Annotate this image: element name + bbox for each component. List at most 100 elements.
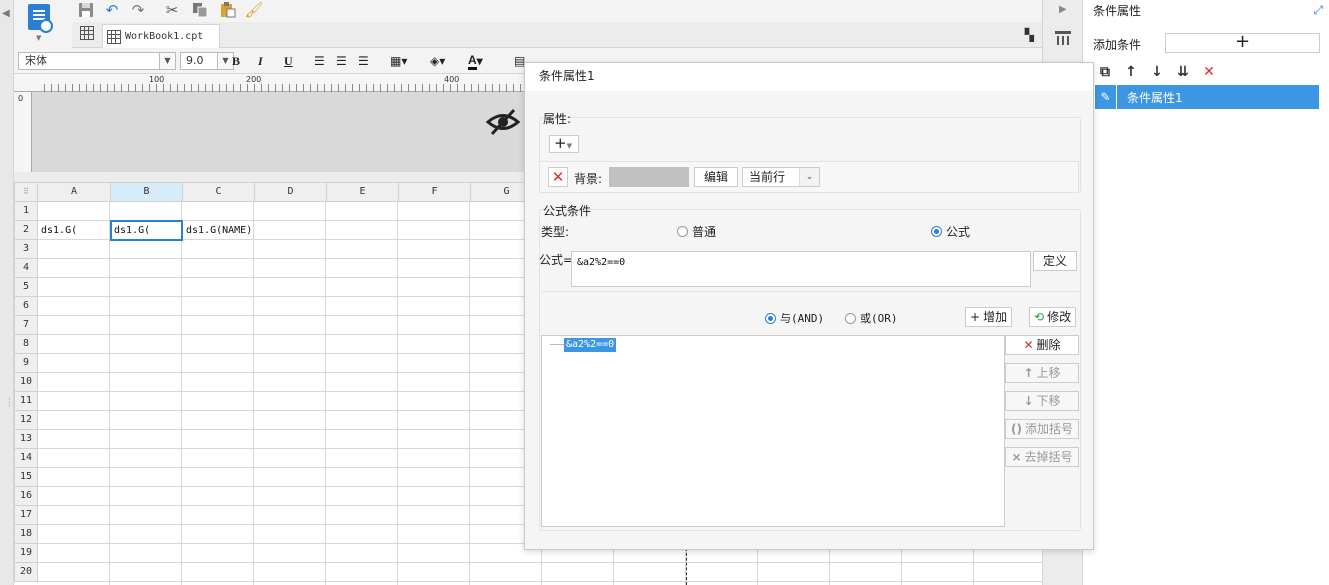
add-property-button[interactable]: +▼	[549, 135, 579, 153]
formula-input[interactable]: &a2%2==0	[571, 251, 1031, 287]
font-color-icon[interactable]: A ▾	[468, 53, 483, 70]
row-header[interactable]: 1	[14, 202, 38, 221]
widget-tree-icon[interactable]	[1054, 30, 1072, 46]
pencil-icon[interactable]: ✎	[1095, 85, 1117, 109]
page-break-line	[686, 548, 687, 585]
radio-icon[interactable]	[845, 312, 856, 324]
underline-button[interactable]: U	[284, 53, 293, 69]
move-down-icon[interactable]: ↓	[1149, 64, 1165, 80]
format-painter-icon[interactable]: 🖌	[244, 1, 264, 19]
type-radio-normal[interactable]: 普通	[677, 223, 716, 240]
modify-button[interactable]: ⟲ 修改	[1029, 307, 1077, 327]
logic-radio-and[interactable]: 与(AND)	[765, 310, 824, 326]
add-condition-button[interactable]: +	[1165, 33, 1320, 53]
chevron-down-icon[interactable]: ▼	[159, 53, 175, 69]
font-size-select[interactable]: 9.0 ▼	[180, 52, 234, 70]
remove-bracket-button[interactable]: ⨯ 去掉括号	[1005, 447, 1079, 467]
row-header[interactable]: 10	[14, 373, 38, 392]
row-header[interactable]: 12	[14, 411, 38, 430]
background-color-swatch[interactable]	[609, 167, 689, 187]
row-header[interactable]: 20	[14, 563, 38, 582]
move-up-button[interactable]: ↑ 上移	[1005, 363, 1079, 383]
align-left-icon[interactable]: ☰	[314, 53, 325, 69]
row-header[interactable]: 19	[14, 544, 38, 563]
define-button[interactable]: 定义	[1033, 251, 1077, 271]
expand-icon[interactable]: ⤢	[1313, 3, 1323, 18]
align-right-icon[interactable]: ☰	[358, 53, 369, 69]
condition-list-item[interactable]: ✎ 条件属性1	[1095, 85, 1319, 109]
redo-icon[interactable]: ↷	[128, 1, 148, 19]
row-header[interactable]: 4	[14, 259, 38, 278]
chevron-down-icon[interactable]: ⌄	[799, 168, 819, 186]
column-header-f[interactable]: F	[399, 182, 471, 202]
tree-line	[550, 344, 564, 345]
chevron-right-icon[interactable]: ▶	[1059, 4, 1067, 15]
add-condition-item-button[interactable]: + 增加	[965, 307, 1013, 327]
row-header[interactable]: 13	[14, 430, 38, 449]
move-down-button[interactable]: ↓ 下移	[1005, 391, 1079, 411]
column-header-b[interactable]: B	[111, 182, 183, 202]
row-header[interactable]: 2	[14, 221, 38, 240]
copy-condition-icon[interactable]: ⧉	[1097, 64, 1113, 80]
add-bracket-button[interactable]: () 添加括号	[1005, 419, 1079, 439]
row-header[interactable]: 6	[14, 297, 38, 316]
radio-icon[interactable]	[677, 226, 688, 237]
remove-property-icon[interactable]: ✕	[548, 167, 568, 187]
font-family-select[interactable]: 宋体 ▼	[18, 52, 176, 70]
design-canvas[interactable]	[14, 92, 524, 172]
sheet-grid-icon[interactable]	[80, 26, 98, 44]
row-header[interactable]: 11	[14, 392, 38, 411]
condition-entry[interactable]: &a2%2==0	[564, 338, 617, 352]
chevron-down-icon[interactable]: ▼	[217, 53, 233, 69]
cell-a2[interactable]: ds1.G(	[38, 221, 110, 240]
radio-icon[interactable]	[931, 226, 942, 237]
tab-menu-icon[interactable]: ▚	[1025, 28, 1034, 42]
row-header[interactable]: 14	[14, 449, 38, 468]
row-header[interactable]: 5	[14, 278, 38, 297]
cell-c2[interactable]: ds1.G(NAME)	[183, 221, 255, 240]
undo-icon[interactable]: ↶	[102, 1, 122, 19]
row-header[interactable]: 7	[14, 316, 38, 335]
cut-icon[interactable]: ✂	[162, 1, 182, 19]
border-icon[interactable]: ▦▾	[390, 53, 407, 69]
app-logo-icon[interactable]	[28, 4, 53, 33]
radio-icon[interactable]	[765, 312, 776, 324]
move-bottom-icon[interactable]: ⇊	[1175, 64, 1191, 80]
column-header-a[interactable]: A	[38, 182, 111, 202]
edit-button[interactable]: 编辑	[694, 167, 738, 187]
fill-color-icon[interactable]: ◈▾	[430, 53, 445, 69]
copy-icon[interactable]	[190, 1, 210, 19]
hidden-eye-icon[interactable]	[485, 108, 521, 136]
left-collapse-strip[interactable]: ◀ ⋮	[0, 0, 14, 585]
italic-button[interactable]: I	[258, 53, 263, 69]
select-all-corner[interactable]: ⠿	[14, 182, 38, 202]
move-up-icon[interactable]: ↑	[1123, 64, 1139, 80]
column-header-c[interactable]: C	[183, 182, 255, 202]
collapse-left-icon[interactable]: ◀	[2, 8, 10, 19]
bold-button[interactable]: B	[232, 53, 240, 69]
align-center-icon[interactable]: ☰	[336, 53, 347, 69]
remove-bracket-icon: ⨯	[1011, 450, 1022, 464]
save-icon[interactable]	[76, 1, 96, 19]
logo-dropdown-icon[interactable]: ▼	[36, 34, 41, 42]
row-header[interactable]: 15	[14, 468, 38, 487]
type-radio-formula[interactable]: 公式	[931, 223, 970, 240]
delete-condition-icon[interactable]: ✕	[1201, 64, 1217, 80]
condition-list[interactable]: &a2%2==0	[541, 335, 1005, 527]
row-header[interactable]: 9	[14, 354, 38, 373]
delete-button[interactable]: ✕ 删除	[1005, 335, 1079, 355]
row-header[interactable]: 3	[14, 240, 38, 259]
row-header[interactable]: 8	[14, 335, 38, 354]
paste-icon[interactable]	[218, 1, 238, 19]
scope-select[interactable]: 当前行 ⌄	[742, 167, 820, 187]
logic-radio-or[interactable]: 或(OR)	[845, 310, 898, 326]
row-header[interactable]: 18	[14, 525, 38, 544]
drag-handle-icon[interactable]: ⋮	[5, 399, 14, 408]
row-header[interactable]: 17	[14, 506, 38, 525]
dialog-title-bar	[525, 63, 1093, 91]
row-header[interactable]: 16	[14, 487, 38, 506]
column-header-e[interactable]: E	[327, 182, 399, 202]
column-header-d[interactable]: D	[255, 182, 327, 202]
tab-workbook[interactable]: WorkBook1.cpt	[102, 24, 221, 48]
properties-label: 属性:	[543, 112, 572, 126]
